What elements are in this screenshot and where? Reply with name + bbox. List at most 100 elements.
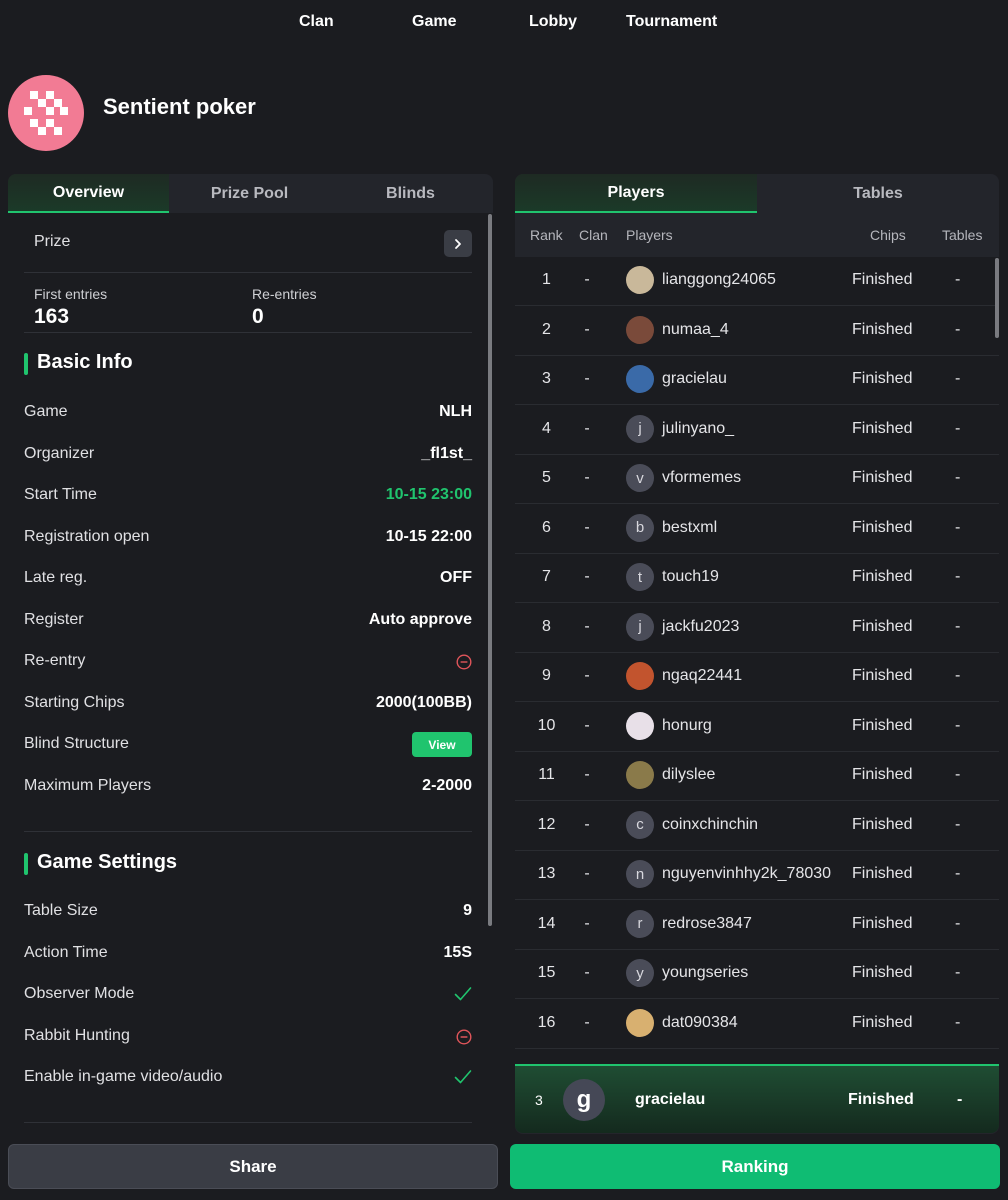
info-row-registration-open: Registration open 10-15 22:00 — [24, 522, 472, 552]
player-name: honurg — [662, 716, 712, 734]
info-row-action-time: Action Time 15S — [24, 938, 472, 968]
register-value: Auto approve — [368, 611, 472, 628]
section-accent-bar — [24, 853, 28, 875]
check-icon — [454, 987, 472, 1001]
chips-cell: Finished — [852, 865, 913, 882]
rank-cell: 16 — [537, 1013, 556, 1031]
nav-lobby[interactable]: Lobby — [529, 13, 577, 31]
table-row[interactable]: 7 - touch19 Finished - t — [515, 554, 999, 603]
registration-open-value: 10-15 22:00 — [385, 528, 472, 545]
table-row[interactable]: 13 - nguyenvinhhy2k_78030 Finished - n — [515, 851, 999, 900]
register-label: Register — [24, 611, 84, 628]
clan-cell: - — [584, 716, 590, 734]
late-reg-value: OFF — [440, 569, 472, 586]
ranking-button[interactable]: Ranking — [510, 1144, 1000, 1189]
column-chips[interactable]: Chips — [870, 227, 906, 243]
starting-chips-label: Starting Chips — [24, 694, 125, 711]
player-name: touch19 — [662, 568, 719, 585]
registration-open-label: Registration open — [24, 528, 150, 545]
game-settings-title: Game Settings — [37, 851, 178, 873]
avatar: j — [626, 414, 654, 443]
tab-blinds[interactable]: Blinds — [330, 174, 491, 213]
player-name: gracielau — [662, 370, 727, 387]
prize-row[interactable]: Prize — [24, 227, 472, 273]
table-row[interactable]: 9 - ngaq22441 Finished - — [515, 653, 999, 702]
my-chips: Finished — [848, 1091, 914, 1108]
rank-cell: 13 — [537, 865, 556, 882]
nav-clan[interactable]: Clan — [299, 13, 334, 31]
table-row[interactable]: 8 - jackfu2023 Finished - j — [515, 604, 999, 653]
column-tables[interactable]: Tables — [942, 227, 982, 243]
tab-overview[interactable]: Overview — [8, 174, 169, 213]
tab-tables[interactable]: Tables — [757, 174, 999, 213]
tables-cell: - — [955, 617, 961, 635]
prize-expand-button[interactable] — [444, 230, 472, 257]
table-size-label: Table Size — [24, 902, 98, 919]
info-row-observer-mode: Observer Mode — [24, 979, 472, 1009]
overview-panel: Overview Prize Pool Blinds Prize First e… — [8, 174, 493, 1134]
table-row[interactable]: 2 - numaa_4 Finished - — [515, 307, 999, 356]
table-row[interactable]: 12 - coinxchinchin Finished - c — [515, 802, 999, 851]
player-name: vformemes — [662, 469, 742, 486]
avatar: y — [626, 959, 654, 987]
player-name: youngseries — [662, 964, 749, 981]
table-row[interactable]: 14 - redrose3847 Finished - r — [515, 901, 999, 950]
start-time-label: Start Time — [24, 486, 97, 503]
share-button[interactable]: Share — [8, 1144, 498, 1189]
tab-prize-pool[interactable]: Prize Pool — [169, 174, 330, 213]
table-row[interactable]: 11 - dilyslee Finished - — [515, 752, 999, 801]
column-players[interactable]: Players — [626, 227, 673, 243]
chips-cell: Finished — [852, 815, 913, 833]
rank-cell: 9 — [542, 667, 551, 684]
tables-cell: - — [955, 419, 961, 437]
rank-cell: 5 — [542, 469, 551, 486]
tables-cell: - — [955, 716, 961, 734]
table-row[interactable]: 10 - honurg Finished - — [515, 703, 999, 752]
my-ranking-row[interactable]: 3 g gracielau Finished - — [515, 1064, 999, 1133]
clan-cell: - — [584, 964, 590, 981]
clan-cell: - — [584, 518, 590, 536]
column-clan[interactable]: Clan — [579, 227, 608, 243]
tab-players[interactable]: Players — [515, 174, 757, 213]
table-row[interactable]: 3 - gracielau Finished - — [515, 356, 999, 405]
info-row-max-players: Maximum Players 2-2000 — [24, 771, 472, 801]
my-rank: 3 — [535, 1092, 543, 1108]
table-row[interactable]: 15 - youngseries Finished - y — [515, 950, 999, 999]
table-row[interactable]: 1 - lianggong24065 Finished - — [515, 257, 999, 306]
entries-summary: First entries 163 Re-entries 0 — [24, 273, 472, 333]
player-name: dilyslee — [662, 766, 716, 783]
avatar — [626, 662, 654, 690]
left-tabs: Overview Prize Pool Blinds — [8, 174, 491, 213]
clan-cell: - — [584, 320, 590, 338]
info-row-table-size: Table Size 9 — [24, 896, 472, 926]
clan-cell: - — [584, 617, 590, 635]
disabled-icon — [456, 654, 472, 670]
disabled-icon — [456, 1029, 472, 1045]
start-time-value: 10-15 23:00 — [385, 486, 472, 503]
rank-cell: 10 — [537, 716, 556, 734]
table-row-partial — [515, 1049, 999, 1065]
player-name: ngaq22441 — [662, 667, 743, 684]
avatar — [626, 365, 654, 393]
rank-cell: 6 — [542, 518, 551, 536]
nav-game[interactable]: Game — [412, 13, 456, 31]
table-row[interactable]: 16 - dat090384 Finished - — [515, 1000, 999, 1049]
rank-cell: 11 — [538, 766, 555, 783]
chips-cell: Finished — [852, 469, 913, 486]
column-rank[interactable]: Rank — [530, 227, 563, 243]
info-row-late-reg: Late reg. OFF — [24, 563, 472, 593]
tables-cell: - — [955, 667, 961, 684]
nav-tournament[interactable]: Tournament — [626, 13, 717, 31]
rank-cell: 3 — [542, 370, 551, 387]
table-row[interactable]: 6 - bestxml Finished - b — [515, 505, 999, 554]
tables-cell: - — [955, 271, 961, 288]
avatar: c — [626, 810, 654, 839]
table-row[interactable]: 5 - vformemes Finished - v — [515, 455, 999, 504]
scrollbar[interactable] — [995, 258, 999, 338]
tables-cell: - — [955, 518, 961, 536]
view-blinds-button[interactable]: View — [412, 732, 472, 757]
table-row[interactable]: 4 - julinyano_ Finished - j — [515, 406, 999, 455]
tables-cell: - — [955, 964, 961, 981]
scrollbar[interactable] — [488, 214, 492, 926]
player-name: dat090384 — [662, 1013, 738, 1031]
